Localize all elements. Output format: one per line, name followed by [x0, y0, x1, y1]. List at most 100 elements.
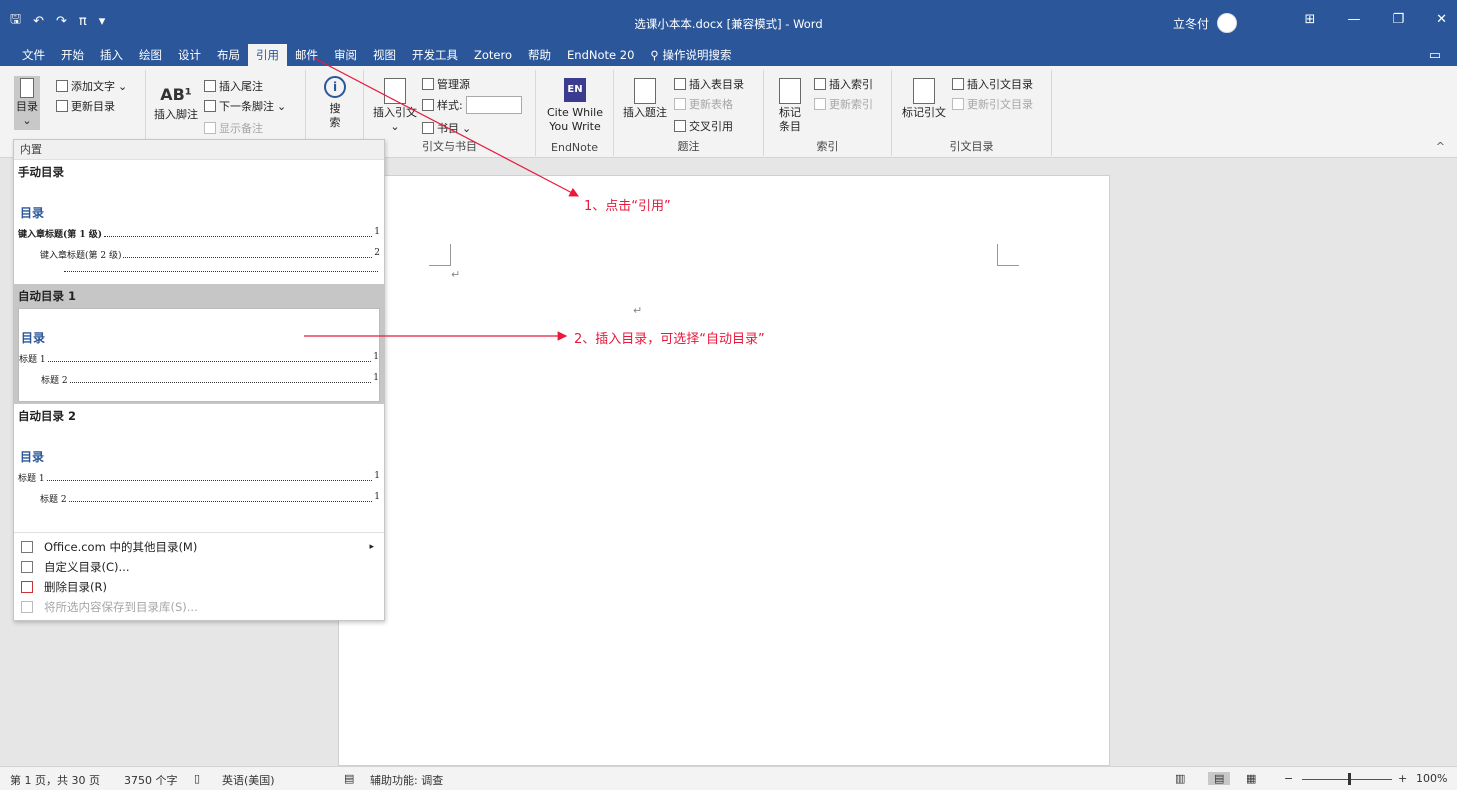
zoom-slider-track[interactable]: [1302, 779, 1392, 780]
insert-caption-label: 插入题注: [623, 106, 667, 119]
tab-draw[interactable]: 绘图: [131, 44, 170, 66]
toc-gallery-automatic-1[interactable]: 自动目录 1 目录 标题 1 1 标题 2 1: [14, 284, 384, 404]
mark-entry-button[interactable]: 标记 条目: [772, 78, 808, 134]
minimize-button[interactable]: —: [1347, 12, 1360, 27]
update-table-icon: [674, 98, 686, 110]
read-mode-icon[interactable]: ▥: [1175, 772, 1185, 785]
toc-gallery-automatic-2[interactable]: 自动目录 2 目录 标题 1 1 标题 2 1: [14, 404, 384, 528]
save-selection-to-gallery-item[interactable]: 将所选内容保存到目录库(S)...: [14, 597, 384, 617]
tab-home[interactable]: 开始: [53, 44, 92, 66]
insert-table-of-figures-label: 插入表目录: [689, 78, 744, 91]
zoom-out-button[interactable]: −: [1284, 772, 1293, 785]
crop-mark-top-left: [429, 244, 451, 266]
search-button[interactable]: i 搜 索: [320, 76, 350, 130]
tab-file[interactable]: 文件: [14, 44, 53, 66]
style-dropdown[interactable]: [465, 96, 522, 114]
update-table-button[interactable]: 更新表格: [674, 96, 733, 112]
toc-dropdown-menu: 内置 手动目录 目录 键入章标题(第 1 级) 1 键入章标题(第 2 级) 2 自…: [13, 139, 385, 621]
collapse-ribbon-icon[interactable]: ^: [1436, 140, 1445, 153]
insert-endnote-button[interactable]: 插入尾注: [204, 78, 263, 94]
toc-gallery-manual[interactable]: 手动目录 目录 键入章标题(第 1 级) 1 键入章标题(第 2 级) 2: [14, 160, 384, 284]
show-notes-button[interactable]: 显示备注: [204, 120, 263, 136]
remove-toc-item[interactable]: 删除目录(R): [14, 577, 384, 597]
window-title: 选课小本本.docx [兼容模式] - Word: [634, 17, 823, 31]
mark-citation-button[interactable]: 标记引文: [898, 78, 950, 120]
tab-references[interactable]: 引用: [248, 44, 287, 66]
insert-toa-button[interactable]: 插入引文目录: [952, 76, 1033, 92]
toc-line-page: 1: [373, 373, 379, 383]
custom-toc-item[interactable]: 自定义目录(C)...: [14, 557, 384, 577]
add-text-button[interactable]: 添加文字 ⌄: [56, 78, 127, 94]
tab-help[interactable]: 帮助: [520, 44, 559, 66]
search-label-2: 索: [329, 116, 341, 129]
tab-insert[interactable]: 插入: [92, 44, 131, 66]
group-citations-bibliography: 插入引文 ⌄ 管理源 样式: 书目 ⌄ 引文与书目: [364, 70, 536, 156]
cross-reference-icon: [674, 120, 686, 132]
group-index: 标记 条目 插入索引 更新索引 索引: [764, 70, 892, 156]
bibliography-button[interactable]: 书目 ⌄: [422, 120, 471, 136]
tab-mailings[interactable]: 邮件: [287, 44, 326, 66]
cite-while-you-write-button[interactable]: EN Cite While You Write: [542, 78, 608, 134]
update-toa-button[interactable]: 更新引文目录: [952, 96, 1033, 112]
update-toc-button[interactable]: 更新目录: [56, 98, 115, 114]
submenu-arrow-icon: ▸: [369, 542, 374, 552]
avatar[interactable]: [1217, 13, 1237, 33]
tab-view[interactable]: 视图: [365, 44, 404, 66]
toc-preview-heading: 目录: [20, 450, 45, 464]
comments-icon[interactable]: ▭: [1429, 48, 1441, 63]
endnote-logo-icon: EN: [564, 78, 586, 102]
macro-icon[interactable]: ▤: [344, 772, 354, 785]
document-page[interactable]: ↵ ↵: [338, 175, 1110, 766]
accessibility-status[interactable]: 辅助功能: 调查: [370, 772, 443, 788]
tab-developer[interactable]: 开发工具: [404, 44, 466, 66]
toc-line-label: 键入章标题(第 1 级): [18, 230, 103, 240]
toc-label: 目录: [16, 100, 38, 113]
paragraph-mark: ↵: [451, 268, 461, 281]
annotation-step2: 2、插入目录，可选择“自动目录”: [574, 332, 765, 347]
zoom-in-button[interactable]: +: [1398, 772, 1407, 785]
word-count[interactable]: 3750 个字: [124, 772, 178, 788]
endnote-group-label: EndNote: [551, 141, 598, 154]
toc-preview: 目录 键入章标题(第 1 级) 1 键入章标题(第 2 级) 2: [18, 184, 380, 280]
tell-me-search[interactable]: ⚲ 操作说明搜索: [642, 44, 739, 66]
tab-endnote[interactable]: EndNote 20: [559, 44, 642, 66]
toc-line-label: 标题 2: [40, 495, 67, 505]
update-toc-icon: [56, 100, 68, 112]
more-toc-office-item[interactable]: Office.com 中的其他目录(M) ▸: [14, 537, 384, 557]
proofing-icon[interactable]: ▯: [194, 772, 200, 785]
manage-sources-button[interactable]: 管理源: [422, 76, 470, 92]
print-layout-icon[interactable]: ▤: [1208, 772, 1231, 785]
style-selector[interactable]: 样式:: [422, 96, 522, 114]
menu-item-label: Office.com 中的其他目录(M): [44, 540, 198, 554]
page-count[interactable]: 第 1 页，共 30 页: [10, 772, 100, 788]
toc-preview-line: 键入章标题(第 1 级) 1: [18, 227, 380, 240]
tab-layout[interactable]: 布局: [209, 44, 248, 66]
insert-footnote-button[interactable]: AB¹ 插入脚注: [152, 82, 200, 122]
update-index-button[interactable]: 更新索引: [814, 96, 873, 112]
remove-toc-icon: [21, 581, 33, 593]
tab-zotero[interactable]: Zotero: [466, 44, 520, 66]
cite-label-1: Cite While: [546, 106, 604, 119]
cross-reference-button[interactable]: 交叉引用: [674, 118, 733, 134]
close-button[interactable]: ✕: [1436, 12, 1447, 27]
zoom-level[interactable]: 100%: [1416, 772, 1447, 785]
insert-index-button[interactable]: 插入索引: [814, 76, 873, 92]
group-captions: 插入题注 插入表目录 更新表格 交叉引用 题注: [614, 70, 764, 156]
tab-design[interactable]: 设计: [170, 44, 209, 66]
language[interactable]: 英语(美国): [222, 772, 275, 788]
user-account[interactable]: 立冬付: [1173, 13, 1237, 33]
custom-toc-icon: [21, 561, 33, 573]
zoom-slider-thumb[interactable]: [1348, 773, 1351, 785]
index-group-label: 索引: [816, 140, 839, 153]
bibliography-icon: [422, 122, 434, 134]
toc-button[interactable]: 目录 ⌄: [14, 76, 40, 130]
restore-button[interactable]: ❐: [1392, 12, 1404, 27]
ribbon-display-options-icon[interactable]: ⊞: [1305, 12, 1316, 27]
next-footnote-button[interactable]: 下一条脚注 ⌄: [204, 98, 286, 114]
tab-review[interactable]: 审阅: [326, 44, 365, 66]
insert-citation-button[interactable]: 插入引文 ⌄: [370, 78, 420, 134]
web-layout-icon[interactable]: ▦: [1246, 772, 1256, 785]
mark-citation-icon: [913, 78, 935, 104]
insert-caption-button[interactable]: 插入题注: [620, 78, 670, 120]
insert-table-of-figures-button[interactable]: 插入表目录: [674, 76, 744, 92]
